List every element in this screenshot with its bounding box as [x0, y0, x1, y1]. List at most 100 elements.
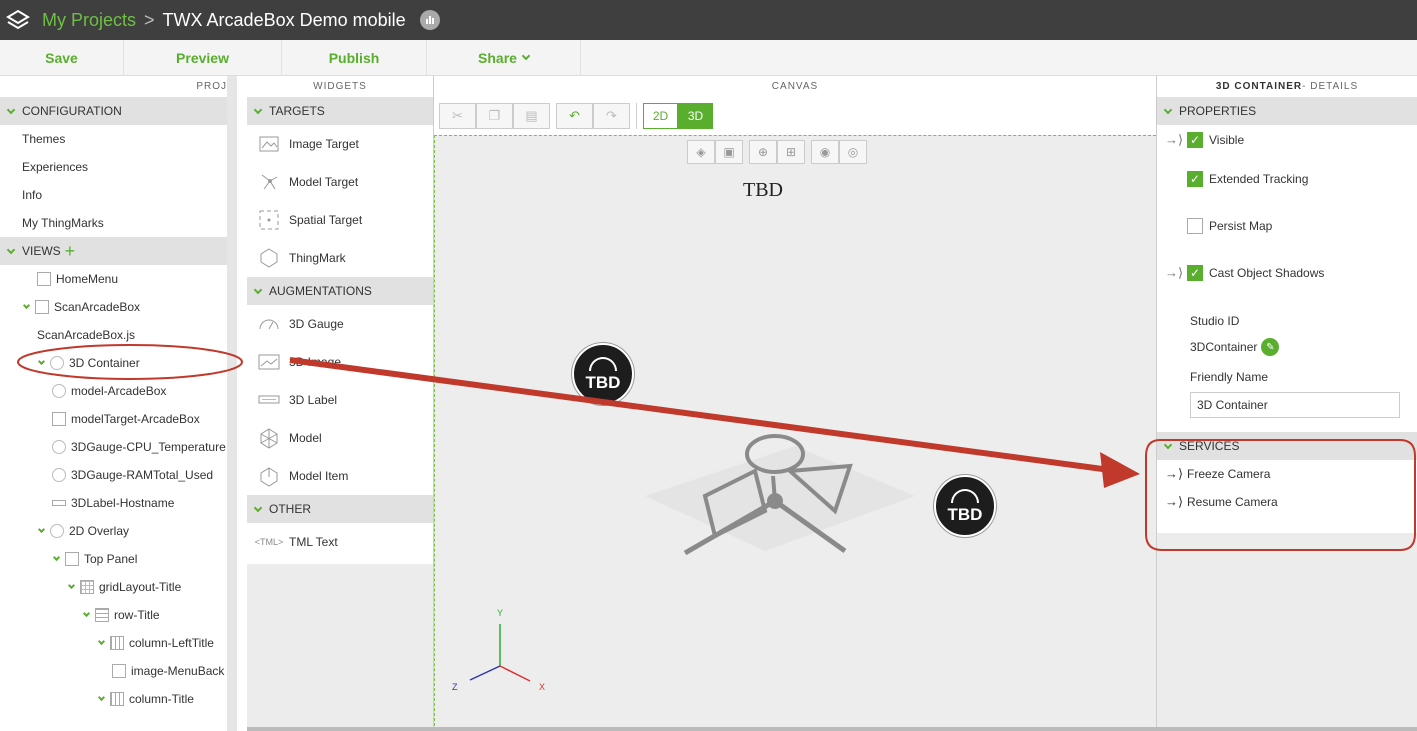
service-freeze-camera[interactable]: →⟩ Freeze Camera — [1157, 460, 1417, 488]
mode-3d-button[interactable]: 3D — [678, 103, 713, 129]
service-label: Resume Camera — [1187, 495, 1278, 509]
copy-icon[interactable]: ❐ — [476, 103, 513, 129]
config-item-thingmarks[interactable]: My ThingMarks — [0, 209, 227, 237]
tml-text-tbd[interactable]: TBD — [743, 179, 783, 202]
add-view-icon[interactable]: + — [65, 242, 76, 260]
tree-item-column-lefttitle[interactable]: column-LeftTitle — [0, 629, 227, 657]
canvas-toolbar: ✂ ❐ ▤ ↶ ↷ 2D 3D — [434, 97, 1156, 135]
tree-item-top-panel[interactable]: Top Panel — [0, 545, 227, 573]
services-section-header[interactable]: SERVICES — [1157, 432, 1417, 460]
publish-button[interactable]: Publish — [282, 40, 427, 76]
config-item-info[interactable]: Info — [0, 181, 227, 209]
tree-item-modeltarget-arcadebox[interactable]: modelTarget-ArcadeBox — [0, 405, 227, 433]
widget-image-target[interactable]: Image Target — [247, 125, 433, 163]
configuration-section-header[interactable]: CONFIGURATION — [0, 97, 227, 125]
model-target-placeholder-icon[interactable] — [635, 426, 925, 576]
chevron-down-icon — [253, 503, 263, 512]
tree-item-label: model-ArcadeBox — [71, 384, 167, 398]
tree-item-homemenu[interactable]: HomeMenu — [0, 265, 227, 293]
cast-shadows-checkbox[interactable]: ✓ — [1187, 264, 1203, 281]
persist-map-checkbox[interactable] — [1187, 217, 1203, 234]
tree-item-label-hostname[interactable]: 3DLabel-Hostname — [0, 489, 227, 517]
share-button[interactable]: Share — [427, 40, 581, 76]
show-icon[interactable]: ◎ — [839, 140, 867, 164]
redo-icon[interactable]: ↷ — [593, 103, 630, 129]
gauge-icon — [52, 468, 66, 482]
rotate-view-icon[interactable]: ◈ — [687, 140, 715, 164]
paste-icon[interactable]: ▤ — [513, 103, 550, 129]
hide-icon[interactable]: ◉ — [811, 140, 839, 164]
other-section-header[interactable]: OTHER — [247, 495, 433, 523]
project-info-icon[interactable] — [419, 10, 440, 30]
config-item-themes[interactable]: Themes — [0, 125, 227, 153]
widget-spatial-target[interactable]: Spatial Target — [247, 201, 433, 239]
chevron-down-icon[interactable] — [97, 637, 106, 646]
zoom-selection-icon[interactable]: ⊞ — [777, 140, 805, 164]
details-panel-header: 3D CONTAINER - DETAILS — [1157, 76, 1417, 97]
augmentations-section-header[interactable]: AUGMENTATIONS — [247, 277, 433, 305]
tree-item-label: column-LeftTitle — [129, 636, 214, 650]
widget-3d-image[interactable]: 3D Image — [247, 343, 433, 381]
binding-arrow-icon[interactable]: →⟩ — [1165, 466, 1187, 482]
project-title: TWX ArcadeBox Demo mobile — [162, 9, 406, 30]
save-label: Save — [45, 50, 78, 66]
widget-model[interactable]: Model — [247, 419, 433, 457]
widget-3d-gauge[interactable]: 3D Gauge — [247, 305, 433, 343]
frame-view-icon[interactable]: ▣ — [715, 140, 743, 164]
chevron-down-icon[interactable] — [67, 581, 76, 590]
layers-logo-icon[interactable] — [0, 0, 36, 40]
binding-arrow-icon[interactable]: →⟩ — [1165, 265, 1187, 281]
extended-tracking-checkbox[interactable]: ✓ — [1187, 170, 1203, 187]
tree-item-3d-container[interactable]: 3D Container — [0, 349, 227, 377]
widget-label: Model — [289, 431, 322, 445]
chevron-down-icon[interactable] — [97, 693, 106, 702]
save-button[interactable]: Save — [0, 40, 124, 76]
tree-item-gauge-cpu[interactable]: 3DGauge-CPU_Temperature — [0, 433, 227, 461]
undo-icon[interactable]: ↶ — [556, 103, 593, 129]
widget-model-target[interactable]: Model Target — [247, 163, 433, 201]
gauge-3d-ram[interactable]: TBD — [934, 475, 996, 537]
widget-model-item[interactable]: Model Item — [247, 457, 433, 495]
tree-item-column-title[interactable]: column-Title — [0, 685, 227, 713]
binding-arrow-icon[interactable]: →⟩ — [1165, 132, 1187, 148]
model-target-icon — [257, 170, 281, 194]
views-section-header[interactable]: VIEWS + — [0, 237, 227, 265]
scene-3d-view[interactable]: ◈ ▣ ⊕ ⊞ ◉ ◎ TBD TBD TBD Y X Z — [434, 135, 1156, 731]
tree-item-image-menuback[interactable]: image-MenuBack — [0, 657, 227, 685]
chevron-down-icon[interactable] — [52, 553, 61, 562]
visible-checkbox[interactable]: ✓ — [1187, 132, 1203, 148]
widget-3d-label[interactable]: 3D Label — [247, 381, 433, 419]
tree-item-2d-overlay[interactable]: 2D Overlay — [0, 517, 227, 545]
friendly-name-input[interactable] — [1190, 392, 1400, 418]
service-resume-camera[interactable]: →⟩ Resume Camera — [1157, 488, 1417, 516]
zoom-fit-icon[interactable]: ⊕ — [749, 140, 777, 164]
binding-arrow-icon[interactable]: →⟩ — [1165, 494, 1187, 510]
tree-item-row-title[interactable]: row-Title — [0, 601, 227, 629]
bottom-scrollbar[interactable] — [247, 727, 1417, 731]
chevron-down-icon[interactable] — [82, 609, 91, 618]
edit-pencil-icon[interactable]: ✎ — [1261, 338, 1280, 356]
chevron-down-icon — [1163, 440, 1173, 449]
config-item-experiences[interactable]: Experiences — [0, 153, 227, 181]
tree-item-gridlayout-title[interactable]: gridLayout-Title — [0, 573, 227, 601]
visible-label: Visible — [1209, 133, 1245, 147]
widget-label: 3D Label — [289, 393, 338, 407]
chevron-down-icon[interactable] — [37, 357, 46, 366]
preview-button[interactable]: Preview — [124, 40, 282, 76]
properties-section-header[interactable]: PROPERTIES — [1157, 97, 1417, 125]
mode-2d-button[interactable]: 2D — [643, 103, 678, 129]
tree-item-scanarcadebox-js[interactable]: ScanArcadeBox.js — [0, 321, 227, 349]
chevron-down-icon[interactable] — [22, 301, 31, 310]
cut-icon[interactable]: ✂ — [439, 103, 476, 129]
tree-item-gauge-ram[interactable]: 3DGauge-RAMTotal_Used — [0, 461, 227, 489]
targets-section-header[interactable]: TARGETS — [247, 97, 433, 125]
widget-tml-text[interactable]: <TML> TML Text — [247, 523, 433, 561]
chevron-down-icon[interactable] — [37, 525, 46, 534]
gauge-3d-icon — [257, 312, 281, 336]
breadcrumb-my-projects[interactable]: My Projects — [42, 10, 136, 31]
tree-item-scanarcadebox[interactable]: ScanArcadeBox — [0, 293, 227, 321]
widget-thingmark[interactable]: ThingMark — [247, 239, 433, 277]
gauge-3d-cpu[interactable]: TBD — [572, 343, 634, 405]
tree-item-model-arcadebox[interactable]: model-ArcadeBox — [0, 377, 227, 405]
